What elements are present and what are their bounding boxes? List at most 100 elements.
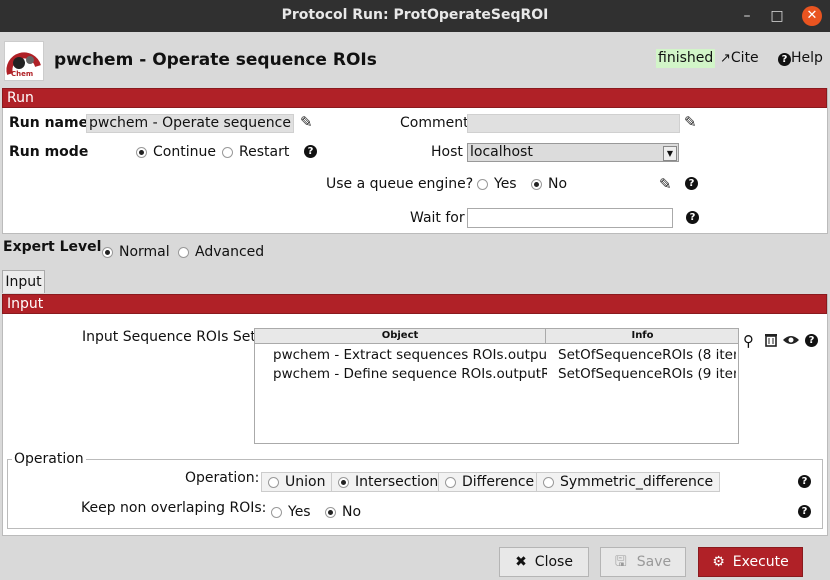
radio-unselected-icon xyxy=(222,146,233,158)
radio-unselected-icon xyxy=(268,476,279,488)
search-icon[interactable]: ⚲ xyxy=(743,332,754,350)
input-sets-label: Input Sequence ROIs Sets xyxy=(82,329,264,345)
table-header: Object Info xyxy=(255,329,738,344)
table-row[interactable]: pwchem - Define sequence ROIs.outputROI … xyxy=(255,364,738,384)
wait-for-help-icon[interactable]: ? xyxy=(686,211,699,224)
queue-yes-radio[interactable]: Yes xyxy=(477,176,517,192)
table-cell-info: SetOfSequenceROIs (8 item xyxy=(558,347,736,363)
external-link-icon: ↗ xyxy=(720,51,731,66)
app-logo: Chem xyxy=(4,41,44,81)
host-select[interactable]: localhost xyxy=(467,143,679,162)
input-section-header: Input xyxy=(2,294,827,314)
execute-button[interactable]: ⚙ Execute xyxy=(698,547,803,577)
table-cell-object: pwchem - Define sequence ROIs.outputROI xyxy=(273,366,547,382)
edit-comment-icon[interactable]: ✎ xyxy=(684,113,697,131)
radio-selected-icon xyxy=(338,476,349,488)
operation-help-icon[interactable]: ? xyxy=(798,475,811,488)
input-sets-help-icon[interactable]: ? xyxy=(805,334,818,347)
run-name-field[interactable]: pwchem - Operate sequence RO xyxy=(86,114,294,133)
radio-unselected-icon xyxy=(178,246,189,258)
view-icon xyxy=(783,336,799,344)
expert-normal-radio[interactable]: Normal xyxy=(102,244,170,260)
queue-no-label: No xyxy=(548,176,568,192)
help-label: Help xyxy=(791,50,823,66)
minimize-icon[interactable]: – xyxy=(737,6,757,26)
close-button-label: Close xyxy=(534,554,573,570)
edit-queue-icon[interactable]: ✎ xyxy=(659,175,672,193)
close-window-icon[interactable]: ✕ xyxy=(802,6,822,26)
comment-label: Comment xyxy=(400,115,469,131)
run-mode-restart-radio[interactable]: Restart xyxy=(222,144,289,160)
window-titlebar: Protocol Run: ProtOperateSeqROI – □ ✕ xyxy=(0,0,830,32)
operation-intersection-radio[interactable]: Intersection xyxy=(331,472,446,492)
cite-label: Cite xyxy=(730,50,759,66)
keep-no-radio[interactable]: No xyxy=(325,504,361,520)
chevron-down-icon[interactable]: ▼ xyxy=(663,146,677,161)
expert-level-label: Expert Level xyxy=(3,239,102,255)
operation-union-label: Union xyxy=(285,474,326,490)
operation-union-radio[interactable]: Union xyxy=(261,472,333,492)
run-mode-help-icon[interactable]: ? xyxy=(304,145,317,158)
column-header-info[interactable]: Info xyxy=(547,329,738,343)
cite-button[interactable]: ↗Cite xyxy=(720,49,759,68)
radio-unselected-icon xyxy=(543,476,554,488)
help-button[interactable]: ? Help xyxy=(778,49,823,68)
operation-symmetric-difference-radio[interactable]: Symmetric_difference xyxy=(536,472,721,492)
status-badge: finished xyxy=(656,49,716,68)
execute-button-label: Execute xyxy=(732,554,789,570)
table-cell-object: pwchem - Extract sequences ROIs.outputRC xyxy=(273,347,547,363)
expert-advanced-label: Advanced xyxy=(195,244,265,260)
maximize-icon[interactable]: □ xyxy=(767,6,787,26)
run-section-header: Run xyxy=(2,88,827,108)
save-button-label: Save xyxy=(636,554,672,570)
help-icon: ? xyxy=(778,53,791,66)
input-sets-table[interactable]: Object Info pwchem - Extract sequences R… xyxy=(254,328,739,444)
host-value: localhost xyxy=(470,144,533,160)
radio-unselected-icon xyxy=(477,178,488,190)
keep-help-icon[interactable]: ? xyxy=(798,505,811,518)
operation-intersection-label: Intersection xyxy=(355,474,439,490)
operation-group xyxy=(7,459,823,529)
expert-normal-label: Normal xyxy=(119,244,170,260)
wait-for-label: Wait for xyxy=(410,210,465,226)
host-label: Host xyxy=(431,144,463,160)
keep-yes-radio[interactable]: Yes xyxy=(271,504,311,520)
operation-symmetric-difference-label: Symmetric_difference xyxy=(560,474,714,490)
protocol-title: pwchem - Operate sequence ROIs xyxy=(54,50,377,70)
delete-icon[interactable] xyxy=(765,333,777,347)
run-mode-continue-label: Continue xyxy=(153,144,216,160)
queue-no-radio[interactable]: No xyxy=(531,176,567,192)
gears-icon: ⚙ xyxy=(712,554,725,570)
comment-field[interactable] xyxy=(467,114,680,133)
radio-selected-icon xyxy=(531,178,542,190)
keep-no-label: No xyxy=(342,504,362,520)
queue-label: Use a queue engine? xyxy=(326,176,474,192)
trash-icon xyxy=(765,334,777,347)
operation-difference-radio[interactable]: Difference xyxy=(438,472,542,492)
expert-advanced-radio[interactable]: Advanced xyxy=(178,244,264,260)
save-button[interactable]: 🖫 Save xyxy=(600,547,686,577)
column-header-object[interactable]: Object xyxy=(255,329,546,343)
close-button[interactable]: ✖ Close xyxy=(499,547,589,577)
close-x-icon: ✖ xyxy=(515,554,527,570)
run-mode-label: Run mode xyxy=(9,144,89,160)
edit-run-name-icon[interactable]: ✎ xyxy=(300,113,313,131)
radio-selected-icon xyxy=(136,146,147,158)
radio-unselected-icon xyxy=(445,476,456,488)
table-cell-info: SetOfSequenceROIs (9 item xyxy=(558,366,736,382)
queue-yes-label: Yes xyxy=(494,176,517,192)
table-row[interactable]: pwchem - Extract sequences ROIs.outputRC… xyxy=(255,345,738,365)
keep-yes-label: Yes xyxy=(288,504,311,520)
radio-selected-icon xyxy=(102,246,113,258)
run-name-label: Run name xyxy=(9,115,89,131)
queue-help-icon[interactable]: ? xyxy=(685,177,698,190)
run-mode-continue-radio[interactable]: Continue xyxy=(136,144,216,160)
eye-icon[interactable] xyxy=(782,334,800,346)
operation-group-title: Operation xyxy=(12,451,86,467)
keep-label: Keep non overlaping ROIs: xyxy=(81,500,267,516)
tab-input[interactable]: Input xyxy=(2,270,45,293)
save-disk-icon: 🖫 xyxy=(614,554,627,570)
run-mode-restart-label: Restart xyxy=(239,144,290,160)
radio-unselected-icon xyxy=(271,506,282,518)
wait-for-field[interactable] xyxy=(467,208,673,228)
